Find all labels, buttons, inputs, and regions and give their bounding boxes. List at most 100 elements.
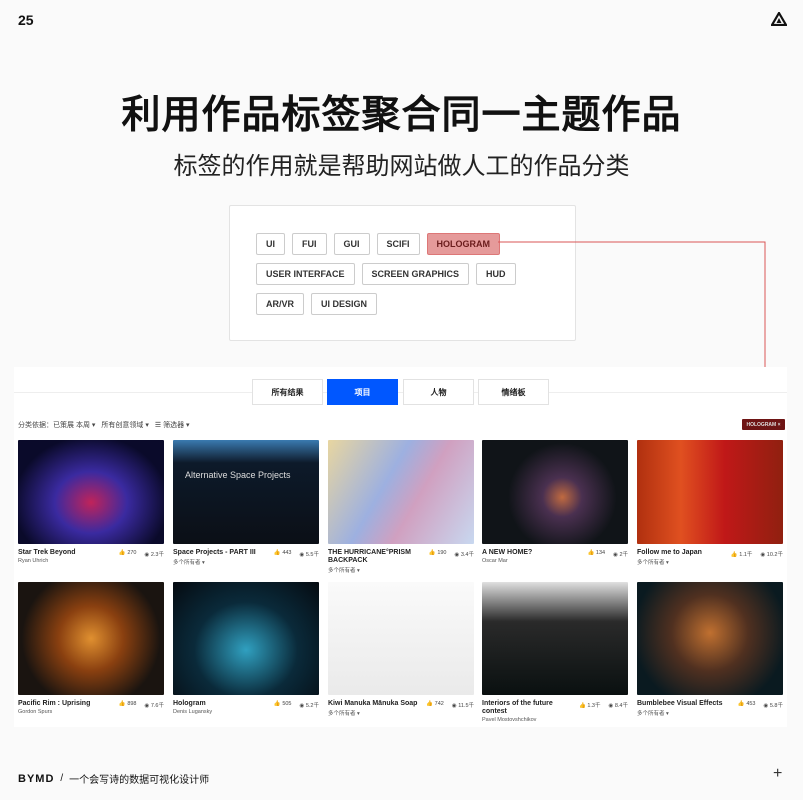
filters-dropdown[interactable]: ☰ 筛选器 ▾ <box>155 420 190 430</box>
project-author[interactable]: 多个所有者 ▾ <box>637 709 722 717</box>
project-title[interactable]: Pacific Rim : Uprising <box>18 700 90 708</box>
project-author[interactable]: Oscar Mar <box>482 558 532 564</box>
likes-count: 👍 1.3千 <box>578 703 601 709</box>
project-author[interactable]: Pavel Mostovshchikov <box>482 717 577 723</box>
views-count: ◉ 5.5千 <box>299 552 320 558</box>
page-title: 利用作品标签聚合同一主题作品 <box>121 94 682 137</box>
project-author[interactable]: 多个所有者 ▾ <box>173 558 256 566</box>
project-author[interactable]: Ryan Uhrich <box>18 558 76 564</box>
project-title[interactable]: Kiwi Manuka Mānuka Soap <box>328 700 417 708</box>
tagline: 一个会写诗的数据可视化设计师 <box>69 775 210 786</box>
project-thumbnail[interactable] <box>18 440 164 544</box>
tag-chip[interactable]: UI <box>256 233 285 255</box>
project-thumbnail[interactable]: Alternative Space Projects <box>173 440 319 544</box>
eye-icon: ◉ <box>451 703 457 709</box>
tab-all-results[interactable]: 所有结果 <box>252 379 323 405</box>
project-card[interactable]: Interiors of the future contest Pavel Mos… <box>482 582 628 723</box>
views-count: ◉ 7.6千 <box>144 703 165 709</box>
views-count: ◉ 8.4千 <box>608 703 629 709</box>
brand: BYMD <box>18 772 55 785</box>
sort-dropdown[interactable]: 分类依据：已策展 本周 ▾ <box>18 420 95 430</box>
active-filter-badge[interactable]: HOLOGRAM × <box>742 419 785 430</box>
eye-icon: ◉ <box>299 552 305 558</box>
tag-chip[interactable]: SCIFI <box>376 233 420 255</box>
thumbs-up-icon: 👍 <box>578 703 586 709</box>
project-card[interactable]: Kiwi Manuka Mānuka Soap 多个所有者 ▾ 👍 742 ◉ 11… <box>328 582 474 717</box>
project-thumbnail[interactable] <box>328 440 474 544</box>
thumbs-up-icon: 👍 <box>118 550 126 556</box>
project-author[interactable]: 多个所有者 ▾ <box>637 558 702 566</box>
project-thumbnail[interactable] <box>173 582 319 695</box>
project-title[interactable]: Interiors of the future contest <box>482 700 577 716</box>
tag-chip[interactable]: SCREEN GRAPHICS <box>361 263 470 285</box>
views-count: ◉ 11.5千 <box>451 703 474 709</box>
project-title[interactable]: THE HURRICANE°PRISM BACKPACK <box>328 549 423 565</box>
tag-chip[interactable]: UI DESIGN <box>311 293 378 315</box>
thumbs-up-icon: 👍 <box>273 550 281 556</box>
thumbs-up-icon: 👍 <box>118 701 126 707</box>
creative-field-dropdown[interactable]: 所有创意领域 ▾ <box>101 420 148 430</box>
project-thumbnail[interactable] <box>482 582 628 695</box>
divider <box>14 392 787 393</box>
likes-count: 👍 453 <box>737 701 756 707</box>
likes-count: 👍 742 <box>426 701 444 707</box>
eye-icon: ◉ <box>760 552 766 558</box>
project-thumbnail[interactable] <box>328 582 474 695</box>
tag-chip[interactable]: GUI <box>333 233 370 255</box>
eye-icon: ◉ <box>144 552 150 558</box>
project-thumbnail[interactable] <box>482 440 628 544</box>
project-card[interactable]: Bumblebee Visual Effects 多个所有者 ▾ 👍 453 ◉ 5… <box>637 582 783 717</box>
page-number: 25 <box>18 12 34 28</box>
tag-chip[interactable]: HUD <box>476 263 516 285</box>
project-author[interactable]: Denis Lugansky <box>173 709 212 715</box>
project-title[interactable]: A NEW HOME? <box>482 549 532 557</box>
project-author[interactable]: Gordon Spurs <box>18 709 90 715</box>
views-count: ◉ 2千 <box>613 552 628 558</box>
views-count: ◉ 5.2千 <box>299 703 320 709</box>
project-card[interactable]: Pacific Rim : Uprising Gordon Spurs 👍 898… <box>18 582 164 715</box>
project-card[interactable]: Follow me to Japan 多个所有者 ▾ 👍 1.1千 ◉ 10.2千 <box>637 440 783 566</box>
project-title[interactable]: Follow me to Japan <box>637 549 702 557</box>
tab-moodboards[interactable]: 情绪板 <box>478 379 549 405</box>
thumbnail-text: Alternative Space Projects <box>185 470 291 480</box>
likes-count: 👍 134 <box>587 550 606 556</box>
eye-icon: ◉ <box>763 703 769 709</box>
likes-count: 👍 898 <box>118 701 137 707</box>
project-author[interactable]: 多个所有者 ▾ <box>328 566 423 574</box>
likes-count: 👍 190 <box>428 550 447 556</box>
eye-icon: ◉ <box>299 703 305 709</box>
likes-count: 👍 1.1千 <box>730 552 753 558</box>
project-card[interactable]: Hologram Denis Lugansky 👍 505 ◉ 5.2千 <box>173 582 319 715</box>
triangle-logo-icon <box>771 12 787 26</box>
tag-box: UI FUI GUI SCIFI HOLOGRAM USER INTERFACE SCREE… <box>229 205 576 341</box>
thumbs-up-icon: 👍 <box>737 701 745 707</box>
tab-people[interactable]: 人物 <box>403 379 474 405</box>
thumbs-up-icon: 👍 <box>587 550 595 556</box>
views-count: ◉ 10.2千 <box>760 552 783 558</box>
project-title[interactable]: Hologram <box>173 700 212 708</box>
plus-icon[interactable]: + <box>773 765 782 783</box>
project-title[interactable]: Star Trek Beyond <box>18 549 76 557</box>
views-count: ◉ 5.8千 <box>763 703 784 709</box>
eye-icon: ◉ <box>454 552 460 558</box>
project-thumbnail[interactable] <box>637 582 783 695</box>
thumbs-up-icon: 👍 <box>730 552 738 558</box>
filter-bar: 分类依据：已策展 本周 ▾ 所有创意领域 ▾ ☰ 筛选器 ▾ <box>18 420 190 430</box>
thumbs-up-icon: 👍 <box>273 701 281 707</box>
tag-chip[interactable]: AR/VR <box>256 293 305 315</box>
project-thumbnail[interactable] <box>18 582 164 695</box>
tag-chip[interactable]: HOLOGRAM <box>426 233 501 255</box>
tag-chip[interactable]: FUI <box>292 233 327 255</box>
project-title[interactable]: Bumblebee Visual Effects <box>637 700 722 708</box>
likes-count: 👍 505 <box>273 701 292 707</box>
separator: / <box>60 773 64 784</box>
project-card[interactable]: Alternative Space Projects Space Project… <box>173 440 319 566</box>
project-author[interactable]: 多个所有者 ▾ <box>328 709 417 717</box>
project-card[interactable]: Star Trek Beyond Ryan Uhrich 👍 270 ◉ 2.3千 <box>18 440 164 564</box>
project-title[interactable]: Space Projects - PART III <box>173 549 256 557</box>
project-card[interactable]: THE HURRICANE°PRISM BACKPACK 多个所有者 ▾ 👍 19… <box>328 440 474 574</box>
project-card[interactable]: A NEW HOME? Oscar Mar 👍 134 ◉ 2千 <box>482 440 628 564</box>
project-thumbnail[interactable] <box>637 440 783 544</box>
tab-projects[interactable]: 项目 <box>327 379 398 405</box>
tag-chip[interactable]: USER INTERFACE <box>256 263 355 285</box>
